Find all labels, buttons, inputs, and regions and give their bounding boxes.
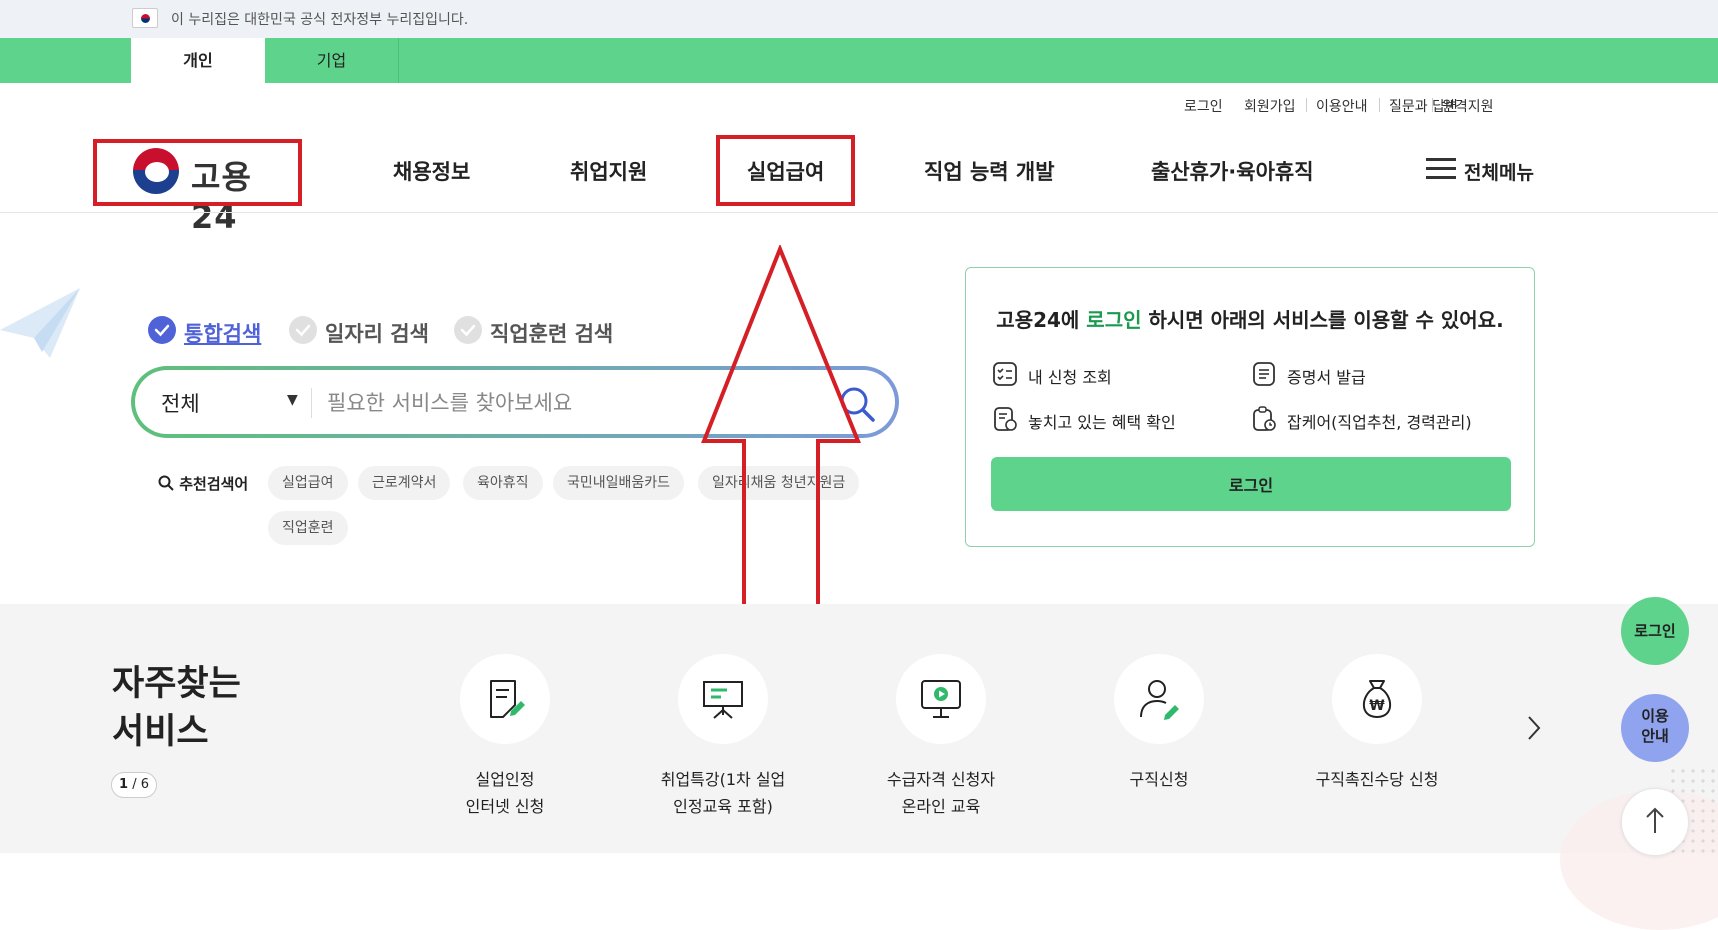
user-type-bar: 개인 기업 bbox=[0, 38, 1718, 83]
person-edit-icon bbox=[1140, 680, 1179, 720]
check-unselected-icon bbox=[454, 316, 482, 344]
scroll-top-button[interactable] bbox=[1621, 788, 1689, 856]
check-unselected-icon bbox=[289, 316, 317, 344]
korea-flag-icon bbox=[132, 8, 158, 28]
caret-down-icon[interactable]: ▼ bbox=[287, 392, 298, 408]
annotation-box-logo bbox=[93, 139, 302, 206]
search-type-training-label: 직업훈련 검색 bbox=[490, 322, 614, 346]
clipboard-clock-icon bbox=[1253, 406, 1276, 431]
nav-vocational-training[interactable]: 직업 능력 개발 bbox=[924, 156, 1055, 186]
all-menu-label: 전체메뉴 bbox=[1464, 162, 1534, 184]
search-type-integrated-label: 통합검색 bbox=[184, 322, 262, 346]
paper-plane-icon bbox=[0, 288, 80, 358]
util-login-link[interactable]: 로그인 bbox=[1184, 96, 1223, 116]
floating-login-button[interactable]: 로그인 bbox=[1621, 597, 1689, 665]
checklist-icon bbox=[993, 362, 1017, 386]
document-edit-icon bbox=[490, 680, 525, 718]
arrow-up-icon bbox=[1646, 807, 1664, 833]
util-guide-link[interactable]: 이용안내 bbox=[1316, 96, 1368, 116]
keyword-chip[interactable]: 직업훈련 bbox=[268, 511, 348, 545]
annotation-box-nav bbox=[716, 135, 855, 206]
svg-text:₩: ₩ bbox=[1369, 698, 1385, 714]
recommend-label: 추천검색어 bbox=[158, 473, 248, 494]
util-divider bbox=[1379, 98, 1380, 112]
nav-parental-leave[interactable]: 출산휴가·육아휴직 bbox=[1151, 156, 1314, 186]
search-type-jobs-label: 일자리 검색 bbox=[325, 322, 429, 346]
frequent-pager: 1 / 6 bbox=[111, 772, 157, 798]
certificate-icon bbox=[1253, 362, 1275, 386]
hamburger-icon bbox=[1426, 158, 1456, 180]
tab-business[interactable]: 기업 bbox=[265, 38, 399, 83]
benefit-document-icon bbox=[994, 407, 1017, 431]
chevron-right-icon[interactable] bbox=[1526, 714, 1542, 742]
search-divider bbox=[311, 388, 312, 418]
floating-guide-button[interactable]: 이용 안내 bbox=[1621, 694, 1689, 762]
login-card-title: 고용24에 로그인 하시면 아래의 서비스를 이용할 수 있어요. bbox=[996, 308, 1504, 332]
login-card: 고용24에 로그인 하시면 아래의 서비스를 이용할 수 있어요. 내 신청 조… bbox=[965, 267, 1535, 547]
util-divider bbox=[1306, 98, 1307, 112]
nav-employment-support[interactable]: 취업지원 bbox=[570, 156, 647, 186]
util-remote-link[interactable]: 원격지원 bbox=[1442, 96, 1494, 116]
search-small-icon bbox=[158, 475, 174, 491]
keyword-chip[interactable]: 국민내일배움카드 bbox=[553, 466, 685, 500]
keyword-chip[interactable]: 근로계약서 bbox=[358, 466, 451, 500]
login-button[interactable]: 로그인 bbox=[991, 457, 1511, 511]
frequent-services-title: 자주찾는 서비스 bbox=[112, 664, 241, 752]
util-signup-link[interactable]: 회원가입 bbox=[1244, 96, 1296, 116]
gov-banner-text: 이 누리집은 대한민국 공식 전자정부 누리집입니다. bbox=[171, 12, 469, 28]
header-divider bbox=[0, 212, 1718, 213]
gov-banner: 이 누리집은 대한민국 공식 전자정부 누리집입니다. bbox=[0, 0, 1718, 38]
util-divider bbox=[1432, 98, 1433, 112]
search-category-select[interactable]: 전체 bbox=[161, 388, 200, 418]
money-bag-icon: ₩ bbox=[1362, 680, 1392, 719]
monitor-play-icon bbox=[921, 680, 961, 718]
check-selected-icon bbox=[148, 316, 176, 344]
keyword-chip[interactable]: 실업급여 bbox=[268, 466, 348, 500]
presentation-board-icon bbox=[703, 681, 743, 719]
search-input[interactable] bbox=[325, 384, 745, 422]
annotation-arrow-up bbox=[701, 245, 861, 637]
keyword-chip[interactable]: 육아휴직 bbox=[463, 466, 543, 500]
nav-job-info[interactable]: 채용정보 bbox=[393, 156, 470, 186]
tab-personal[interactable]: 개인 bbox=[131, 38, 265, 83]
